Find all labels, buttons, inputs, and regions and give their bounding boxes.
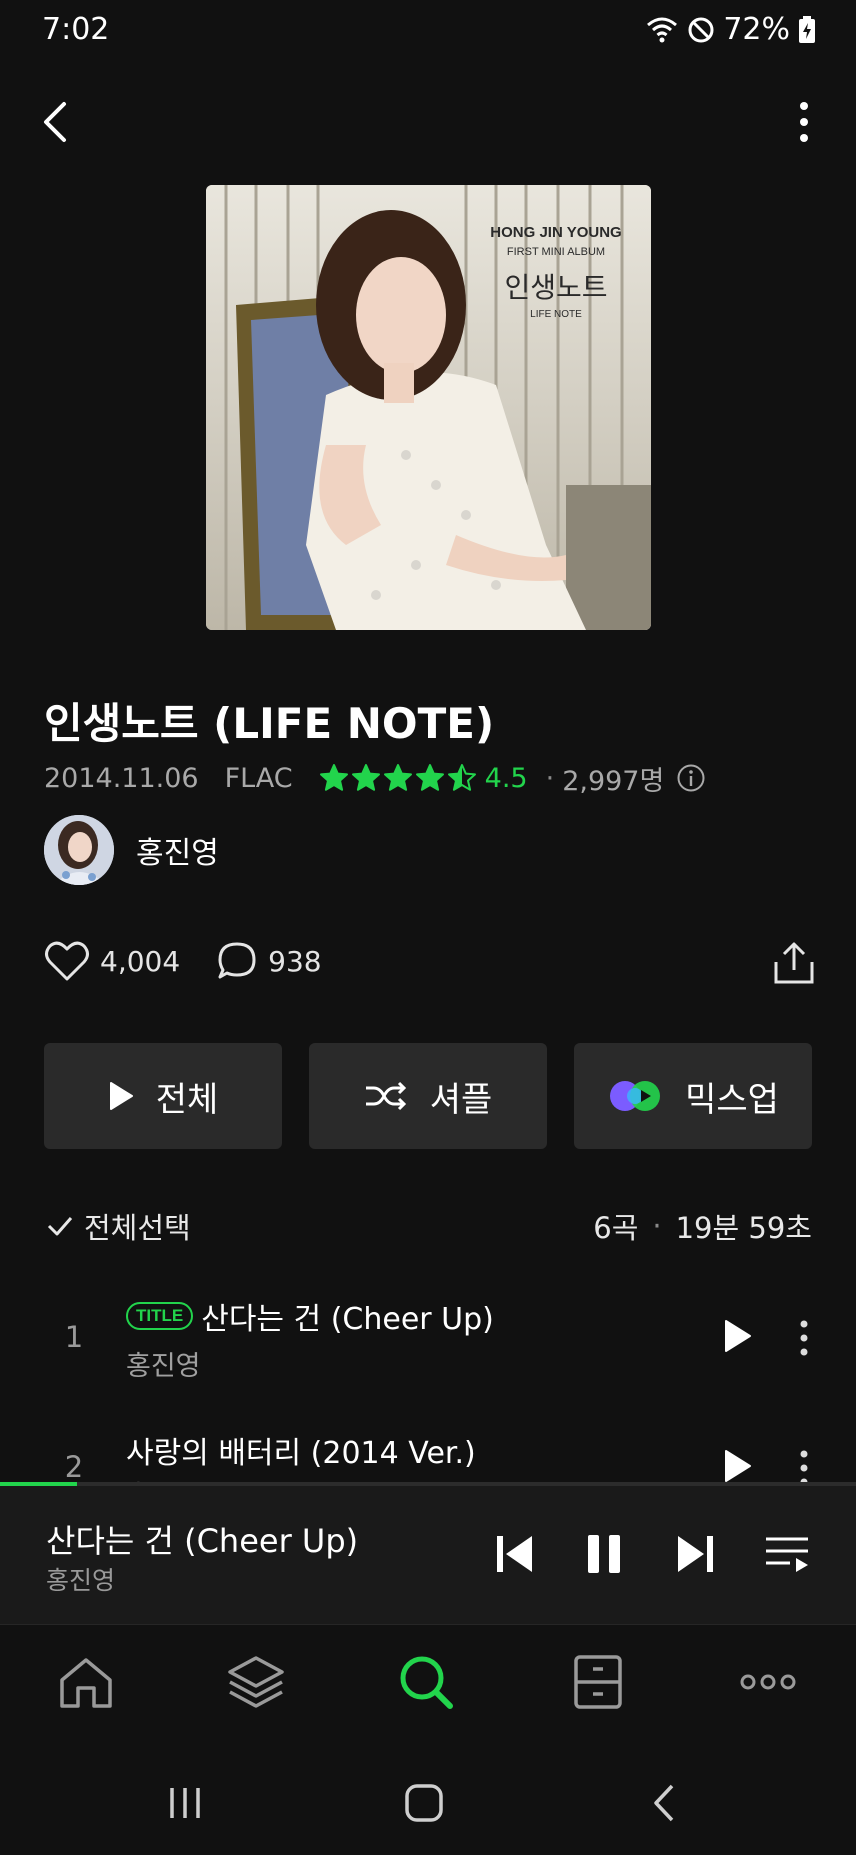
do-not-disturb-icon bbox=[688, 17, 714, 42]
playback-progress-track[interactable] bbox=[0, 1482, 856, 1486]
shuffle-label: 셔플 bbox=[429, 1079, 493, 1120]
star-icon bbox=[415, 764, 444, 791]
track-play-icon[interactable] bbox=[722, 1448, 754, 1484]
comment-count: 938 bbox=[268, 944, 322, 978]
cover-text-title: 인생노트 bbox=[504, 271, 607, 304]
track-number: 1 bbox=[64, 1320, 84, 1354]
next-track-icon[interactable] bbox=[674, 1531, 716, 1577]
track-row[interactable]: 2 사랑의 배터리 (2014 Ver.) 홍진영 bbox=[0, 1400, 856, 1484]
rating-stars bbox=[319, 763, 477, 793]
status-icons: 72% bbox=[645, 12, 816, 47]
track-title: 산다는 건 (Cheer Up) bbox=[201, 1302, 494, 1337]
share-button[interactable] bbox=[772, 940, 816, 986]
cover-text-title-en: LIFE NOTE bbox=[530, 309, 582, 320]
track-list: 1 TITLE 산다는 건 (Cheer Up) 홍진영 2 사랑의 배터리 (… bbox=[0, 1270, 856, 1484]
shuffle-icon bbox=[365, 1081, 406, 1111]
battery-percent: 72% bbox=[723, 12, 790, 47]
play-all-button[interactable]: 전체 bbox=[44, 1043, 282, 1149]
track-more-icon[interactable] bbox=[798, 1448, 810, 1484]
like-button[interactable]: 4,004 bbox=[44, 940, 180, 982]
artist-avatar[interactable] bbox=[44, 815, 114, 885]
wifi-icon bbox=[647, 17, 678, 42]
comment-icon bbox=[218, 942, 256, 979]
album-cover-image: HONG JIN YOUNG FIRST MINI ALBUM 인생노트 LIF… bbox=[206, 185, 651, 630]
star-icon bbox=[383, 764, 412, 791]
now-playing-artist: 홍진영 bbox=[46, 1566, 116, 1595]
like-count: 4,004 bbox=[100, 944, 181, 978]
title-badge: TITLE bbox=[126, 1302, 194, 1330]
select-all-label: 전체선택 bbox=[84, 1211, 191, 1245]
track-more-icon[interactable] bbox=[798, 1318, 810, 1358]
mixup-label: 믹스업 bbox=[685, 1079, 779, 1120]
track-row[interactable]: 1 TITLE 산다는 건 (Cheer Up) 홍진영 bbox=[0, 1270, 856, 1400]
album-cover: HONG JIN YOUNG FIRST MINI ALBUM 인생노트 LIF… bbox=[206, 185, 651, 630]
status-time: 7:02 bbox=[42, 12, 110, 47]
track-play-icon[interactable] bbox=[722, 1318, 754, 1354]
info-icon[interactable] bbox=[676, 763, 706, 793]
more-horizontal-icon[interactable] bbox=[738, 1652, 798, 1712]
cover-text-subtitle: FIRST MINI ALBUM bbox=[507, 246, 605, 258]
heart-icon bbox=[45, 941, 89, 981]
album-meta: 2014.11.06 FLAC 4.5 · 2,997명 bbox=[44, 758, 706, 798]
back-arrow-icon bbox=[44, 102, 66, 142]
playback-progress-fill bbox=[0, 1482, 78, 1486]
artist-name[interactable]: 홍진영 bbox=[136, 828, 219, 872]
play-all-label: 전체 bbox=[155, 1079, 219, 1120]
track-artist: 홍진영 bbox=[126, 1351, 201, 1382]
recent-apps-icon[interactable] bbox=[160, 1778, 210, 1828]
star-icon bbox=[351, 764, 380, 791]
pause-icon[interactable] bbox=[584, 1531, 624, 1577]
check-icon bbox=[47, 1217, 73, 1236]
comment-button[interactable]: 938 bbox=[216, 941, 322, 981]
shuffle-button[interactable]: 셔플 bbox=[309, 1043, 547, 1149]
storage-icon[interactable] bbox=[568, 1652, 628, 1712]
star-icon bbox=[447, 764, 476, 791]
star-icon bbox=[319, 764, 348, 791]
cover-text-artist: HONG JIN YOUNG bbox=[490, 224, 621, 241]
total-duration: 19분 59초 bbox=[675, 1211, 812, 1245]
mixup-icon bbox=[610, 1081, 661, 1111]
mixup-button[interactable]: 믹스업 bbox=[574, 1043, 812, 1149]
share-icon bbox=[774, 942, 814, 984]
track-count: 6곡 bbox=[593, 1211, 639, 1245]
select-all-button[interactable]: 전체선택 bbox=[46, 1205, 191, 1247]
social-row: 4,004 938 bbox=[44, 940, 358, 982]
album-title: 인생노트 (LIFE NOTE) bbox=[44, 699, 495, 748]
track-title: 사랑의 배터리 (2014 Ver.) bbox=[126, 1436, 476, 1471]
previous-track-icon[interactable] bbox=[494, 1531, 536, 1577]
summary-separator: · bbox=[652, 1209, 662, 1243]
system-back-icon[interactable] bbox=[640, 1778, 690, 1828]
now-playing-title[interactable]: 산다는 건 (Cheer Up) bbox=[46, 1516, 358, 1562]
library-icon[interactable] bbox=[226, 1652, 286, 1712]
more-vertical-icon bbox=[800, 102, 808, 142]
rating-value: 4.5 bbox=[484, 762, 528, 794]
play-icon bbox=[109, 1082, 133, 1110]
rating-count: 2,997명 bbox=[562, 765, 665, 797]
release-date: 2014.11.06 bbox=[44, 762, 199, 794]
audio-format: FLAC bbox=[224, 762, 293, 794]
system-home-icon[interactable] bbox=[399, 1778, 449, 1828]
rating-separator: · bbox=[545, 762, 555, 794]
track-number: 2 bbox=[64, 1450, 84, 1484]
track-summary: 6곡 · 19분 59초 bbox=[593, 1205, 812, 1247]
artist-row[interactable]: 홍진영 bbox=[44, 815, 219, 885]
more-options-button[interactable] bbox=[792, 96, 816, 148]
search-icon[interactable] bbox=[396, 1652, 456, 1712]
playlist-queue-icon[interactable] bbox=[764, 1531, 810, 1577]
home-icon[interactable] bbox=[56, 1652, 116, 1712]
divider bbox=[0, 1624, 856, 1625]
back-button[interactable] bbox=[38, 96, 78, 148]
battery-charging-icon bbox=[799, 15, 815, 43]
